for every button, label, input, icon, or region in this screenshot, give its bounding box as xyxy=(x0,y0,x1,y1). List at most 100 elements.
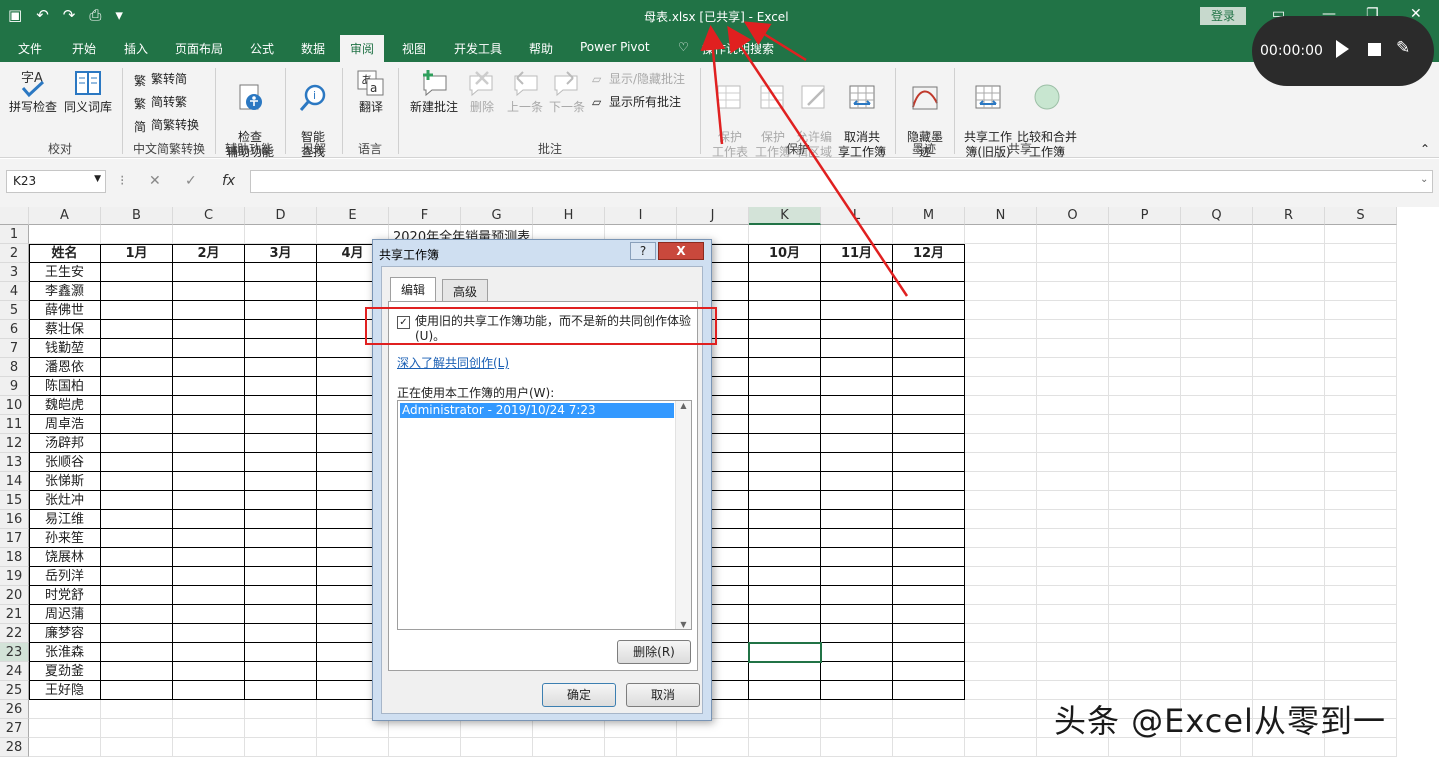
table-cell[interactable]: 时党舒 xyxy=(29,586,101,605)
table-cell[interactable] xyxy=(1109,263,1181,282)
scroll-up-icon[interactable]: ▲ xyxy=(676,401,691,410)
convert-button[interactable]: 简简繁转换 xyxy=(134,116,199,134)
table-cell[interactable] xyxy=(173,472,245,491)
column-header[interactable]: A xyxy=(29,207,101,225)
table-cell[interactable] xyxy=(749,453,821,472)
table-cell[interactable] xyxy=(1109,548,1181,567)
table-cell[interactable] xyxy=(821,225,893,244)
table-cell[interactable] xyxy=(245,491,317,510)
table-cell[interactable] xyxy=(1109,282,1181,301)
table-cell[interactable] xyxy=(965,396,1037,415)
table-cell[interactable] xyxy=(1325,567,1397,586)
list-item[interactable]: Administrator - 2019/10/24 7:23 xyxy=(400,403,674,418)
table-cell[interactable] xyxy=(1109,643,1181,662)
table-cell[interactable] xyxy=(101,320,173,339)
table-cell[interactable] xyxy=(1253,434,1325,453)
table-cell[interactable] xyxy=(245,358,317,377)
table-cell[interactable] xyxy=(1109,244,1181,263)
table-cell[interactable] xyxy=(173,643,245,662)
show-all-comments-button[interactable]: ▱ 显示所有批注 xyxy=(592,93,681,110)
table-cell[interactable] xyxy=(965,453,1037,472)
close-dialog-button[interactable]: X xyxy=(658,242,704,260)
row-header[interactable]: 18 xyxy=(0,548,29,567)
collapse-ribbon-icon[interactable]: ⌃ xyxy=(1420,142,1430,156)
table-cell[interactable] xyxy=(101,434,173,453)
table-cell[interactable] xyxy=(1253,415,1325,434)
row-header[interactable]: 28 xyxy=(0,738,29,757)
table-cell[interactable] xyxy=(965,529,1037,548)
table-cell[interactable]: 李鑫灏 xyxy=(29,282,101,301)
new-comment-button[interactable]: 新建批注 xyxy=(406,68,462,115)
table-cell[interactable] xyxy=(1037,434,1109,453)
table-cell[interactable] xyxy=(1109,320,1181,339)
table-cell[interactable] xyxy=(821,434,893,453)
table-cell[interactable] xyxy=(749,434,821,453)
table-cell[interactable] xyxy=(389,738,461,757)
select-all-corner[interactable] xyxy=(0,207,29,225)
table-cell[interactable] xyxy=(245,700,317,719)
table-cell[interactable] xyxy=(1037,605,1109,624)
table-cell[interactable]: 蔡壮保 xyxy=(29,320,101,339)
customize-qat-icon[interactable]: ▾ xyxy=(115,6,123,24)
table-cell[interactable] xyxy=(1037,548,1109,567)
table-cell[interactable] xyxy=(1253,548,1325,567)
table-cell[interactable]: 张悌斯 xyxy=(29,472,101,491)
table-cell[interactable] xyxy=(173,320,245,339)
table-cell[interactable] xyxy=(893,491,965,510)
table-cell[interactable] xyxy=(1181,358,1253,377)
table-cell[interactable] xyxy=(1109,624,1181,643)
cancel-icon[interactable]: ✕ xyxy=(149,173,161,189)
table-cell[interactable] xyxy=(1037,377,1109,396)
table-cell[interactable] xyxy=(101,567,173,586)
table-cell[interactable] xyxy=(893,415,965,434)
name-box-dropdown-icon[interactable]: ▼ xyxy=(94,174,101,184)
column-header[interactable]: H xyxy=(533,207,605,225)
row-header[interactable]: 13 xyxy=(0,453,29,472)
table-cell[interactable] xyxy=(821,301,893,320)
table-cell[interactable] xyxy=(965,548,1037,567)
table-cell[interactable] xyxy=(1181,491,1253,510)
remove-user-button[interactable]: 删除(R) xyxy=(617,640,691,664)
table-cell[interactable] xyxy=(245,529,317,548)
table-cell[interactable] xyxy=(893,320,965,339)
column-header[interactable]: G xyxy=(461,207,533,225)
tab-insert[interactable]: 插入 xyxy=(124,40,148,57)
table-cell[interactable] xyxy=(821,529,893,548)
previous-comment-button[interactable]: 上一条 xyxy=(504,68,546,115)
users-scrollbar[interactable]: ▲ ▼ xyxy=(675,401,691,629)
table-cell[interactable] xyxy=(965,643,1037,662)
table-cell[interactable] xyxy=(1325,662,1397,681)
play-icon[interactable] xyxy=(1336,40,1349,58)
table-cell[interactable] xyxy=(821,377,893,396)
table-cell[interactable] xyxy=(749,719,821,738)
table-cell[interactable] xyxy=(101,396,173,415)
table-cell[interactable] xyxy=(173,567,245,586)
insert-function-icon[interactable]: fx xyxy=(222,173,235,189)
table-cell[interactable]: 1月 xyxy=(101,244,173,263)
row-header[interactable]: 25 xyxy=(0,681,29,700)
table-cell[interactable] xyxy=(965,263,1037,282)
table-cell[interactable] xyxy=(173,738,245,757)
table-cell[interactable] xyxy=(1037,415,1109,434)
table-cell[interactable] xyxy=(1181,339,1253,358)
table-cell[interactable] xyxy=(29,738,101,757)
table-cell[interactable] xyxy=(1325,244,1397,263)
table-cell[interactable] xyxy=(749,624,821,643)
table-cell[interactable] xyxy=(749,320,821,339)
table-cell[interactable] xyxy=(1325,491,1397,510)
table-cell[interactable] xyxy=(1109,529,1181,548)
table-cell[interactable] xyxy=(245,453,317,472)
table-cell[interactable] xyxy=(1325,510,1397,529)
table-cell[interactable] xyxy=(1253,244,1325,263)
translate-button[interactable]: あa 翻译 xyxy=(350,68,392,115)
table-cell[interactable] xyxy=(965,472,1037,491)
table-cell[interactable] xyxy=(1325,624,1397,643)
table-cell[interactable] xyxy=(245,377,317,396)
table-cell[interactable] xyxy=(1253,586,1325,605)
table-cell[interactable]: 姓名 xyxy=(29,244,101,263)
table-cell[interactable] xyxy=(101,491,173,510)
table-cell[interactable] xyxy=(173,548,245,567)
table-cell[interactable] xyxy=(1037,282,1109,301)
table-cell[interactable]: 2月 xyxy=(173,244,245,263)
table-cell[interactable] xyxy=(1181,624,1253,643)
